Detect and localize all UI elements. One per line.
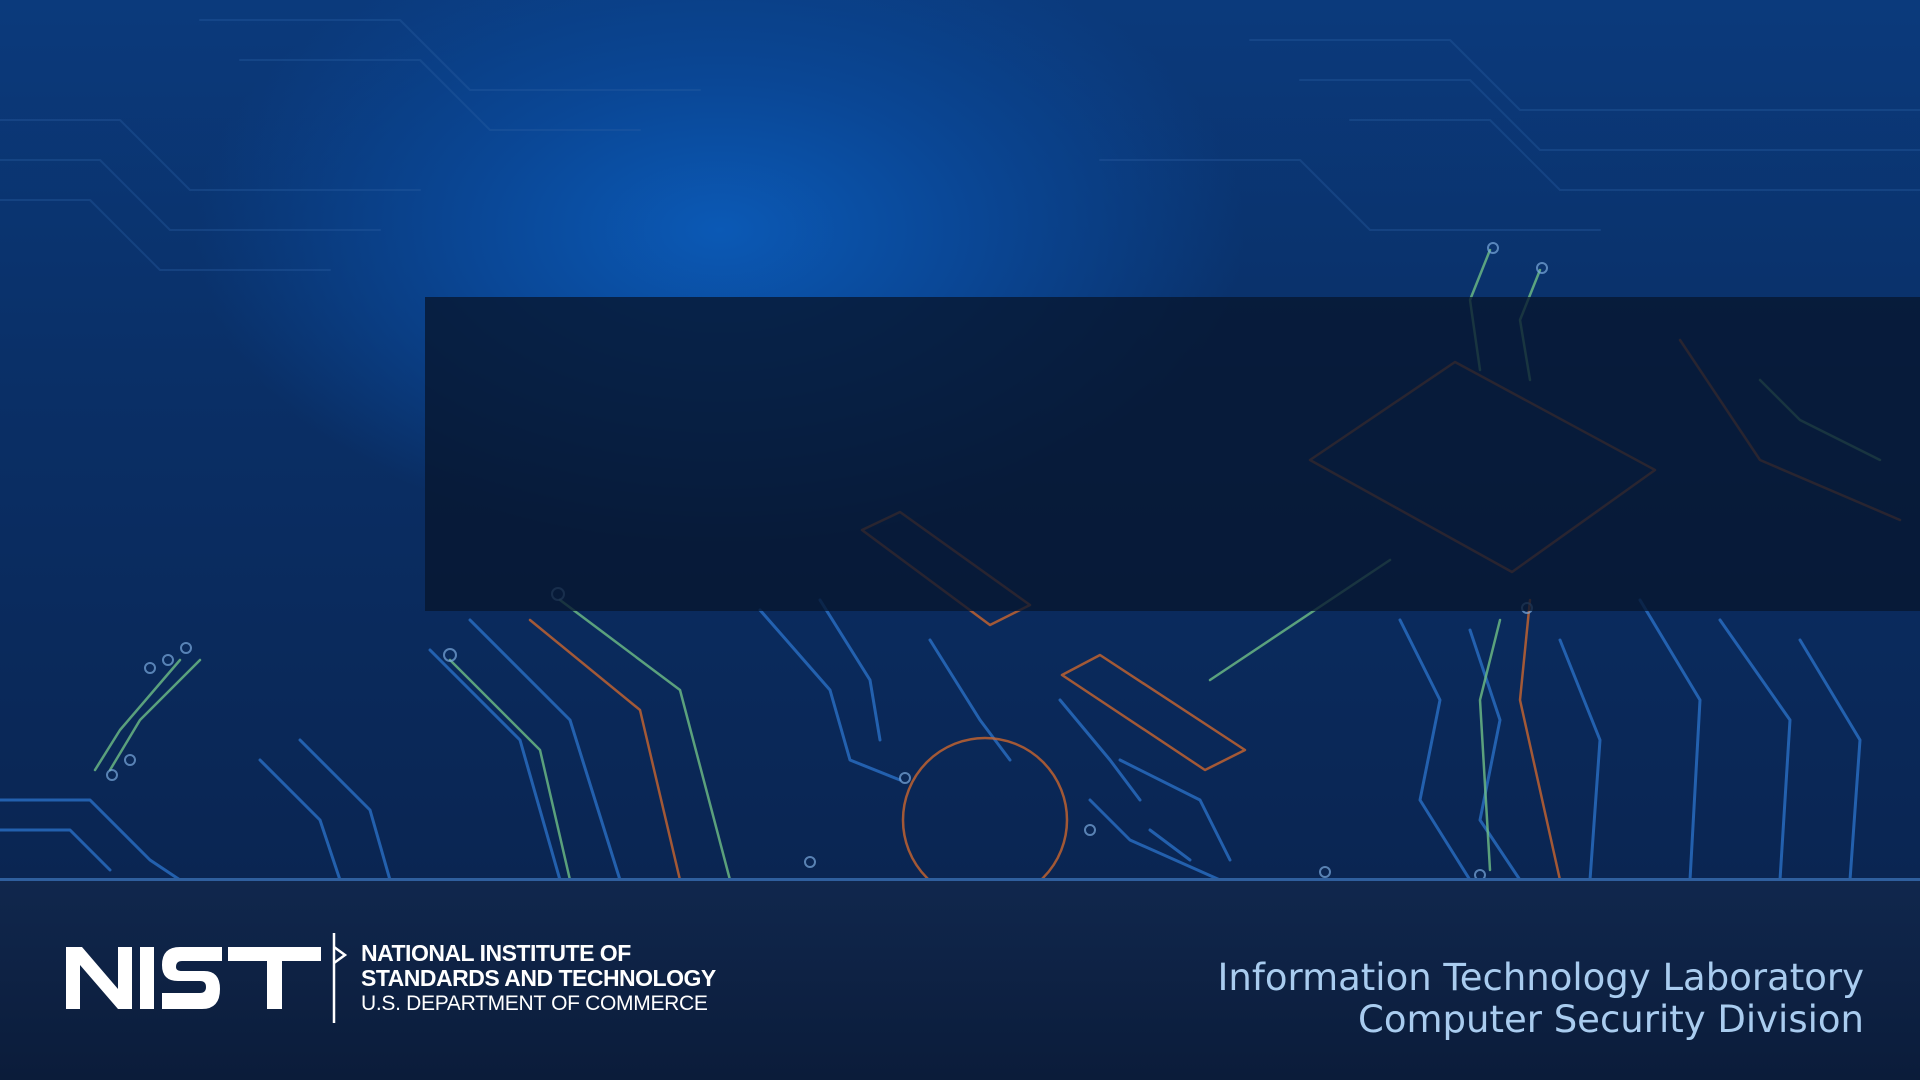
logo-line-3: U.S. DEPARTMENT OF COMMERCE bbox=[361, 991, 708, 1015]
logo-line-2: STANDARDS AND TECHNOLOGY bbox=[361, 964, 716, 991]
logo-line-1: NATIONAL INSTITUTE OF bbox=[361, 939, 631, 966]
title-band bbox=[425, 297, 1920, 611]
nist-logo-text: NATIONAL INSTITUTE OF STANDARDS AND TECH… bbox=[361, 939, 716, 1016]
footer: NATIONAL INSTITUTE OF STANDARDS AND TECH… bbox=[0, 881, 1920, 1080]
nist-logo: NATIONAL INSTITUTE OF STANDARDS AND TECH… bbox=[66, 933, 716, 1023]
slide: NATIONAL INSTITUTE OF STANDARDS AND TECH… bbox=[0, 0, 1920, 1080]
nist-wordmark-icon bbox=[66, 947, 321, 1009]
division-name: Computer Security Division bbox=[1358, 998, 1864, 1041]
lab-name: Information Technology Laboratory bbox=[1217, 956, 1864, 999]
logo-separator-icon bbox=[332, 933, 348, 1023]
lab-division-label: Information Technology Laboratory Comput… bbox=[1217, 957, 1864, 1041]
